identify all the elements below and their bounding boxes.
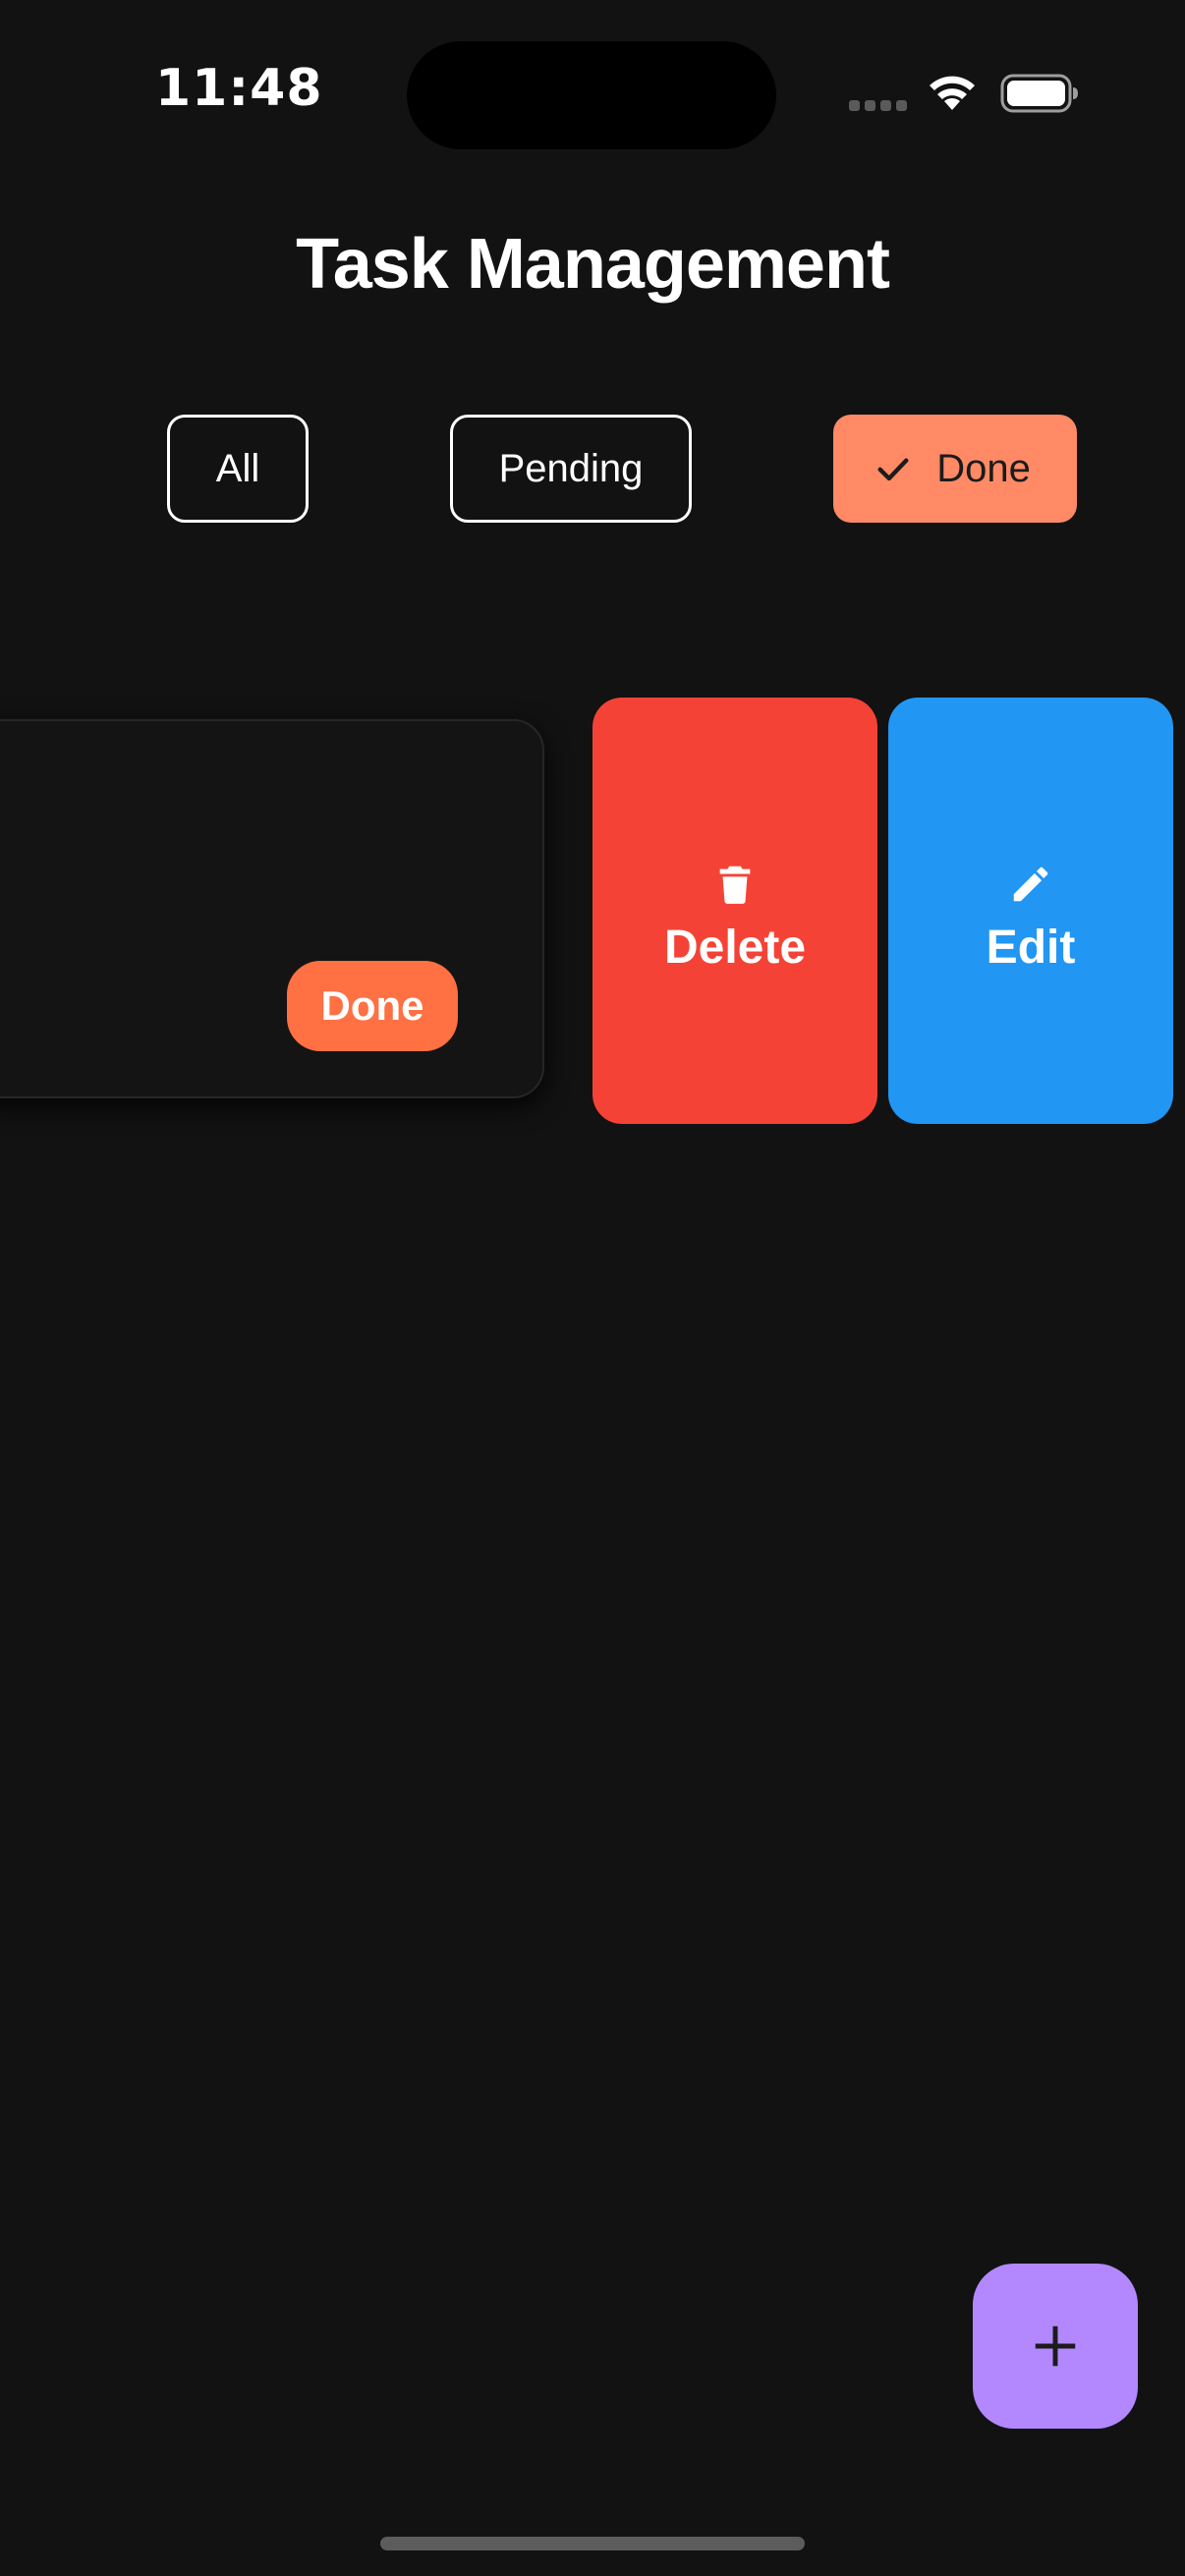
filter-chip-pending[interactable]: Pending bbox=[450, 415, 692, 523]
delete-action-button[interactable]: Delete bbox=[592, 698, 877, 1124]
filter-chip-pending-label: Pending bbox=[498, 446, 644, 490]
dynamic-island bbox=[407, 41, 776, 149]
task-status-label: Done bbox=[320, 982, 424, 1029]
filter-chip-all[interactable]: All bbox=[167, 415, 309, 523]
delete-action-label: Delete bbox=[663, 921, 807, 974]
status-time: 11:48 bbox=[155, 59, 323, 118]
filter-chip-all-label: All bbox=[215, 446, 260, 490]
task-card[interactable]: Done bbox=[0, 719, 544, 1098]
edit-action-button[interactable]: Edit bbox=[888, 698, 1173, 1124]
page-title: Task Management bbox=[296, 225, 890, 304]
cellular-signal-icon bbox=[849, 100, 907, 111]
wifi-icon bbox=[930, 76, 975, 110]
check-icon bbox=[877, 458, 909, 481]
plus-icon bbox=[1035, 2325, 1076, 2367]
trash-icon bbox=[719, 866, 751, 904]
home-indicator[interactable] bbox=[380, 2537, 805, 2550]
battery-icon bbox=[1000, 74, 1078, 113]
add-task-button[interactable] bbox=[973, 2264, 1138, 2429]
edit-action-label: Edit bbox=[986, 921, 1076, 974]
filter-chip-done-label: Done bbox=[936, 446, 1031, 490]
pencil-icon bbox=[1013, 867, 1048, 901]
filter-chip-done[interactable]: Done bbox=[833, 415, 1077, 523]
task-status-badge[interactable]: Done bbox=[287, 961, 458, 1051]
